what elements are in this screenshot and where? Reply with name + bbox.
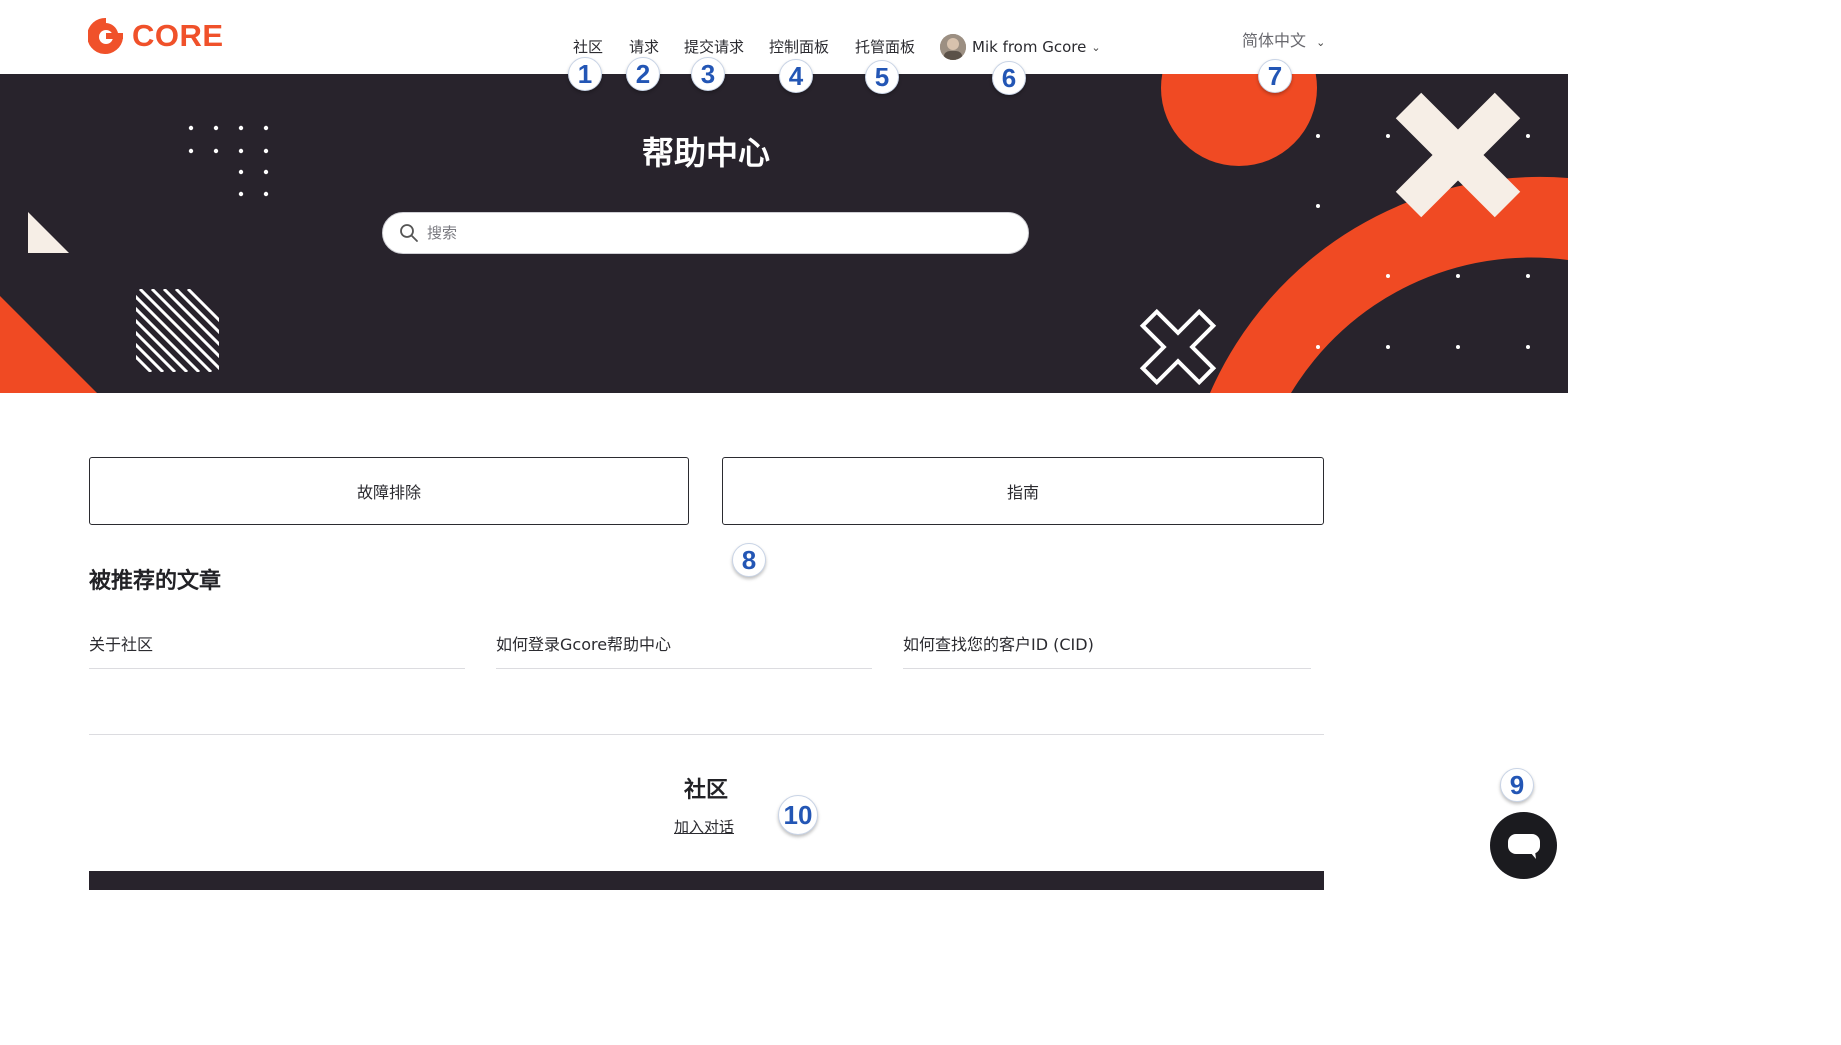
marker-4: 4 [779, 59, 813, 93]
chevron-down-icon: ⌄ [1091, 40, 1101, 54]
language-label: 简体中文 [1242, 31, 1307, 50]
marker-9: 9 [1500, 768, 1534, 802]
user-menu[interactable]: Mik from Gcore ⌄ [940, 34, 1101, 60]
avatar [940, 34, 966, 60]
section-divider [89, 734, 1324, 735]
language-selector[interactable]: 简体中文 ⌄ [1242, 27, 1325, 51]
gcore-logo[interactable]: CORE [88, 16, 224, 56]
nav-control-panel[interactable]: 控制面板 [769, 36, 829, 57]
chat-widget-button[interactable] [1490, 812, 1557, 879]
marker-3: 3 [691, 57, 725, 91]
marker-5: 5 [865, 60, 899, 94]
chevron-down-icon: ⌄ [1316, 36, 1326, 49]
article-link[interactable]: 关于社区 [89, 631, 465, 669]
search-input[interactable] [425, 223, 989, 243]
nav-hosting-panel[interactable]: 托管面板 [855, 36, 915, 57]
nav-community[interactable]: 社区 [573, 36, 603, 57]
marker-2: 2 [626, 57, 660, 91]
community-banner [89, 871, 1324, 890]
page-title: 帮助中心 [641, 134, 770, 172]
category-troubleshooting-button[interactable]: 故障排除 [89, 457, 689, 525]
marker-10: 10 [778, 795, 818, 835]
hero-banner: 帮助中心 [0, 74, 1568, 393]
nav-submit-request[interactable]: 提交请求 [684, 36, 744, 57]
marker-1: 1 [568, 57, 602, 91]
article-link[interactable]: 如何查找您的客户ID (CID) [903, 631, 1311, 669]
search-icon [400, 224, 418, 242]
gcore-logo-icon [88, 17, 123, 54]
logo-text: CORE [132, 18, 224, 53]
join-conversation-link[interactable]: 加入对话 [674, 816, 734, 837]
user-name: Mik from Gcore [972, 38, 1087, 56]
category-guides-button[interactable]: 指南 [722, 457, 1324, 525]
search-bar[interactable] [382, 212, 1029, 254]
marker-6: 6 [992, 61, 1026, 95]
community-title: 社区 [683, 778, 728, 803]
marker-8: 8 [732, 543, 766, 577]
marker-7: 7 [1258, 59, 1292, 93]
article-link[interactable]: 如何登录Gcore帮助中心 [496, 631, 872, 669]
nav-requests[interactable]: 请求 [629, 36, 659, 57]
chat-icon [1507, 833, 1540, 859]
promoted-articles-title: 被推荐的文章 [89, 569, 222, 594]
